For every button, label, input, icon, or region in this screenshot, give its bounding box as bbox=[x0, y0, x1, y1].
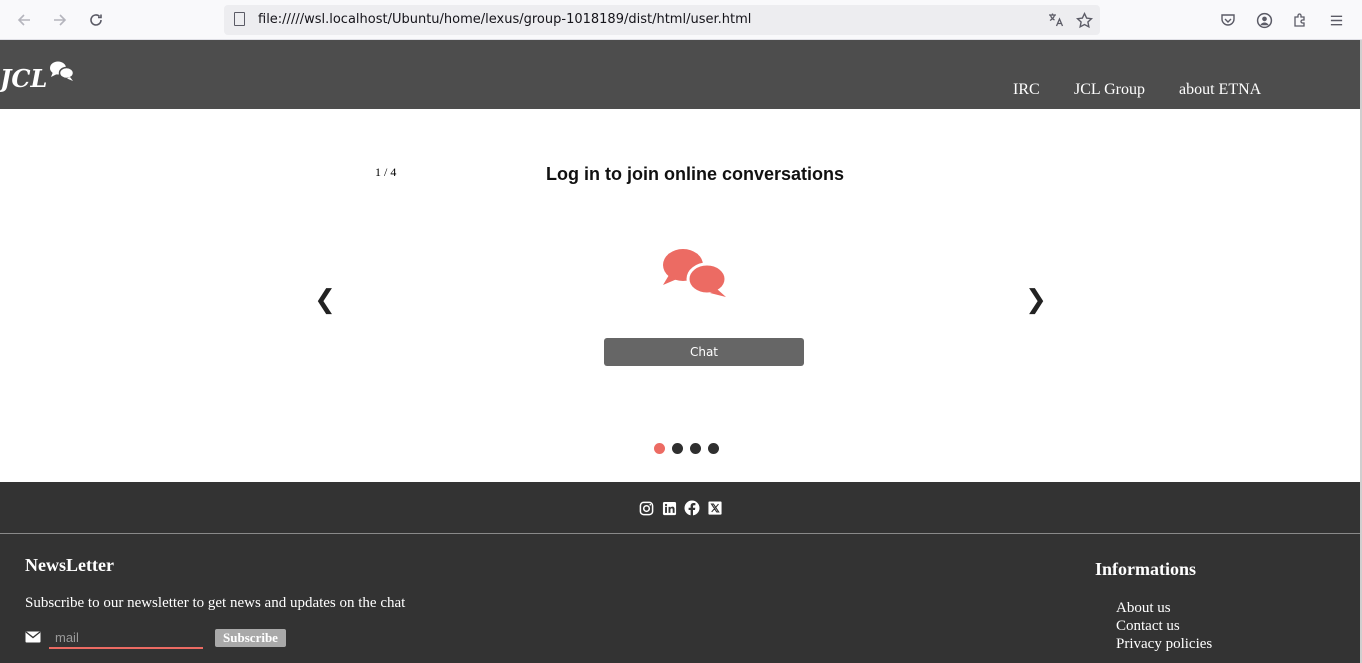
footer-divider bbox=[0, 533, 1360, 534]
slide-title: Log in to join online conversations bbox=[545, 164, 844, 184]
facebook-icon[interactable] bbox=[684, 500, 700, 516]
nav-jcl-group[interactable]: JCL Group bbox=[1074, 81, 1145, 99]
carousel-dot-2[interactable] bbox=[672, 443, 683, 454]
linkedin-icon[interactable] bbox=[661, 500, 677, 516]
chat-button[interactable]: Chat bbox=[604, 338, 804, 366]
nav-about-etna[interactable]: about ETNA bbox=[1179, 81, 1261, 99]
social-links bbox=[638, 500, 723, 516]
menu-icon[interactable] bbox=[1325, 9, 1347, 31]
forward-icon[interactable] bbox=[48, 8, 72, 32]
subscribe-button[interactable]: Subscribe bbox=[215, 629, 286, 647]
x-icon[interactable] bbox=[707, 500, 723, 516]
carousel-dots bbox=[654, 443, 719, 454]
nav-irc[interactable]: IRC bbox=[1013, 81, 1040, 99]
site-logo[interactable]: JCL bbox=[0, 60, 75, 93]
slide-counter: 1 / 4 bbox=[375, 165, 397, 179]
newsletter-email-input[interactable] bbox=[49, 628, 203, 649]
site-header: JCL IRC JCL Group about ETNA bbox=[0, 40, 1360, 109]
carousel-dot-1[interactable] bbox=[654, 443, 665, 454]
reload-icon[interactable] bbox=[84, 8, 108, 32]
url-text[interactable]: file://///wsl.localhost/Ubuntu/home/lexu… bbox=[258, 12, 751, 27]
address-bar[interactable]: file://///wsl.localhost/Ubuntu/home/lexu… bbox=[224, 5, 1100, 35]
carousel-next-button[interactable]: ❯ bbox=[1024, 283, 1048, 317]
footer-link-privacy-policies[interactable]: Privacy policies bbox=[1116, 635, 1212, 653]
footer-link-about-us[interactable]: About us bbox=[1116, 599, 1212, 617]
site-footer: NewsLetter Subscribe to our newsletter t… bbox=[0, 482, 1360, 663]
carousel-dot-3[interactable] bbox=[690, 443, 701, 454]
informations-links: About us Contact us Privacy policies bbox=[1116, 599, 1212, 653]
informations-title: Informations bbox=[1095, 559, 1197, 579]
bookmark-star-icon[interactable] bbox=[1074, 10, 1094, 30]
logo-text: JCL bbox=[0, 64, 48, 93]
translate-icon[interactable] bbox=[1046, 10, 1066, 30]
instagram-icon[interactable] bbox=[638, 500, 654, 516]
logo-chat-icon bbox=[49, 60, 75, 87]
extensions-icon[interactable] bbox=[1289, 9, 1311, 31]
browser-toolbar: file://///wsl.localhost/Ubuntu/home/lexu… bbox=[0, 0, 1362, 40]
newsletter-description: Subscribe to our newsletter to get news … bbox=[25, 595, 406, 611]
carousel-dot-4[interactable] bbox=[708, 443, 719, 454]
account-icon[interactable] bbox=[1253, 9, 1275, 31]
pocket-icon[interactable] bbox=[1217, 9, 1239, 31]
page-icon bbox=[234, 12, 245, 26]
footer-link-contact-us[interactable]: Contact us bbox=[1116, 617, 1212, 635]
newsletter-title: NewsLetter bbox=[25, 555, 114, 575]
envelope-icon bbox=[25, 630, 41, 648]
carousel-prev-button[interactable]: ❮ bbox=[313, 283, 337, 317]
back-icon[interactable] bbox=[12, 8, 36, 32]
chat-bubbles-icon bbox=[661, 245, 729, 304]
